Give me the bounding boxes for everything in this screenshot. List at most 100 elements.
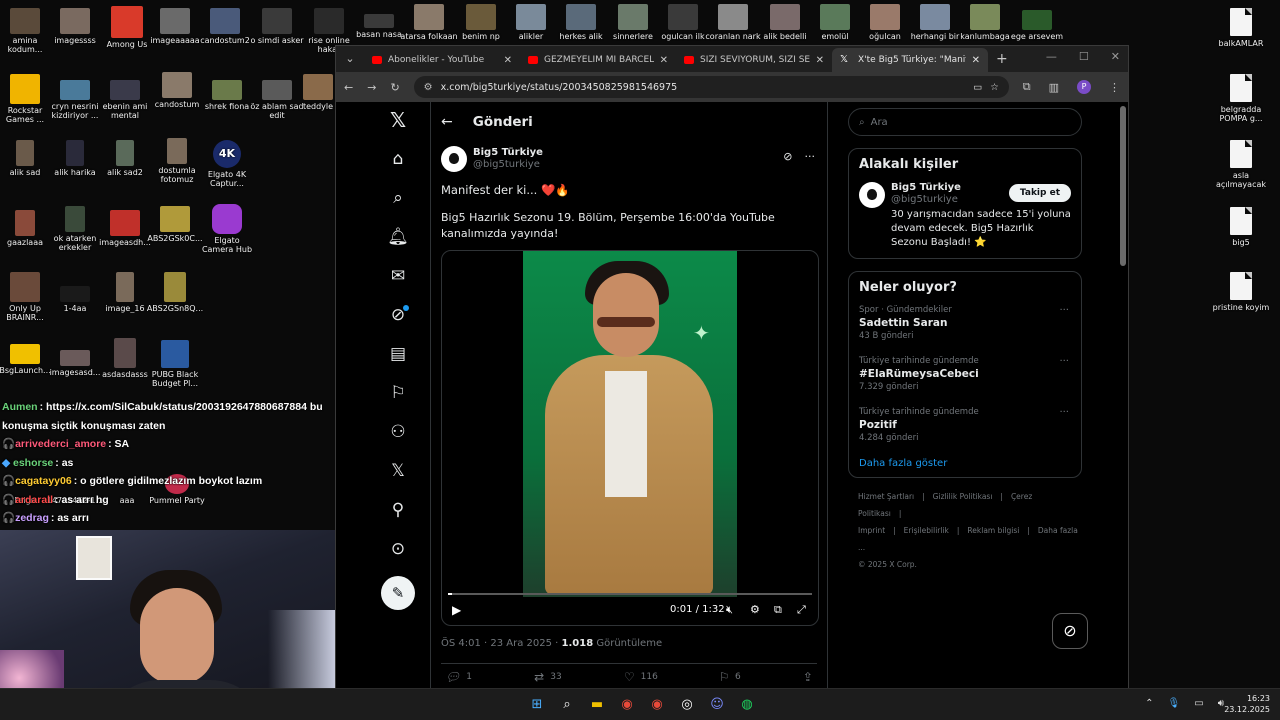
close-tab-icon[interactable]: ✕ xyxy=(660,55,668,66)
forward-icon[interactable]: → xyxy=(367,81,376,94)
trend-more-icon[interactable]: ··· xyxy=(1059,407,1069,418)
search-box[interactable]: ⌕ Ara xyxy=(848,108,1082,136)
desktop-icon[interactable]: ABS2GSk0C... xyxy=(146,206,204,243)
grok-explain-icon[interactable]: ⊘ xyxy=(783,150,792,163)
more-icon[interactable]: ⊙ xyxy=(386,537,410,561)
bookmarks-icon[interactable]: ⚐ xyxy=(386,381,410,405)
compose-post-button[interactable]: ✎ xyxy=(381,576,415,610)
trend-more-icon[interactable]: ··· xyxy=(1059,356,1069,367)
desktop-icon[interactable]: belgradda POMPA g... xyxy=(1212,74,1270,123)
profile-avatar[interactable]: P xyxy=(1077,80,1091,94)
close-tab-icon[interactable]: ✕ xyxy=(504,55,512,66)
premium-x-icon[interactable]: 𝕏 xyxy=(386,459,410,483)
desktop-icon[interactable]: PUBG Black Budget Pl... xyxy=(146,340,204,388)
related-person[interactable]: Big5 Türkiye @big5turkiye 30 yarışmacıda… xyxy=(859,182,1071,250)
video-progress-bar[interactable] xyxy=(448,593,812,595)
scrollbar[interactable] xyxy=(1120,106,1126,266)
grok-icon[interactable]: ⊘ xyxy=(386,303,410,327)
desktop-icon[interactable]: ABS2GSn8Q... xyxy=(146,272,204,313)
grok-chat-button[interactable]: ⊘ xyxy=(1052,613,1088,649)
browser-tab[interactable]: SİZİ SEVİYORUM, SİZİ SEVİYOR✕ xyxy=(676,48,832,72)
more-options-icon[interactable]: ··· xyxy=(805,150,816,163)
show-more-link[interactable]: Daha fazla göster xyxy=(859,458,1071,469)
video-player[interactable]: ✦ ▶ 0:01 / 1:32 🔇︎ ⚙ ⧉ ⤢ xyxy=(441,250,819,626)
volume-icon[interactable]: 🔊︎ xyxy=(1218,698,1224,709)
close-tab-icon[interactable]: ✕ xyxy=(816,55,824,66)
x-logo-icon[interactable]: 𝕏 xyxy=(386,108,410,132)
profile-icon[interactable]: ⚲ xyxy=(386,498,410,522)
browser-tab-active[interactable]: 𝕏X'te Big5 Türkiye: "Manifest de✕ xyxy=(832,48,988,72)
post-timestamp[interactable]: ÖS 4:01 · 23 Ara 2025 · xyxy=(441,638,562,649)
obs-icon[interactable]: ◎ xyxy=(676,694,698,716)
like-button[interactable]: ♡ 116 xyxy=(624,670,658,684)
spotify-icon[interactable]: ◍ xyxy=(736,694,758,716)
share-button[interactable]: ⇪ xyxy=(803,670,813,684)
accessibility-link[interactable]: Erişilebilirlik xyxy=(904,526,949,535)
communities-icon[interactable]: ⚇ xyxy=(386,420,410,444)
desktop-icon[interactable]: imagessss xyxy=(46,8,104,45)
search-icon[interactable]: ⌕ xyxy=(386,186,410,210)
tray-overflow-icon[interactable]: ⌃ xyxy=(1145,698,1153,709)
tab-search-icon[interactable]: ⌄ xyxy=(340,49,360,69)
lists-icon[interactable]: ▤ xyxy=(386,342,410,366)
desktop-icon[interactable]: coranlan nark xyxy=(704,4,762,44)
desktop-icon[interactable]: alik sad2 xyxy=(96,140,154,177)
desktop-icon[interactable]: asla açılmayacak xyxy=(1212,140,1270,189)
back-arrow-icon[interactable]: ← xyxy=(441,114,453,130)
ads-info-link[interactable]: Reklam bilgisi xyxy=(967,526,1019,535)
desktop-icon[interactable]: candostum2 xyxy=(196,8,254,45)
desktop-icon[interactable]: pristine koyim xyxy=(1212,272,1270,312)
desktop-icon[interactable]: balkAMLAR xyxy=(1212,8,1270,48)
mute-icon[interactable]: 🔇︎ xyxy=(726,603,733,617)
system-clock[interactable]: 16:23 23.12.2025 xyxy=(1224,693,1270,715)
imprint-link[interactable]: Imprint xyxy=(858,526,885,535)
desktop-icon[interactable]: teddyle xyxy=(298,74,338,111)
desktop-icon[interactable]: big5 xyxy=(1212,207,1270,247)
microphone-icon[interactable]: 🎙︎ xyxy=(1168,698,1181,709)
network-icon[interactable]: ▭ xyxy=(1194,698,1203,709)
menu-icon[interactable]: ⋮ xyxy=(1109,81,1120,94)
repost-button[interactable]: ⇄ 33 xyxy=(534,670,562,684)
address-bar[interactable]: ⚙ x.com/big5turkiye/status/2003450825981… xyxy=(413,76,1009,98)
fullscreen-icon[interactable]: ⤢ xyxy=(797,603,806,617)
privacy-link[interactable]: Gizlilik Politikası xyxy=(933,492,993,501)
minimize-icon[interactable]: — xyxy=(1046,50,1057,63)
trend-item[interactable]: Türkiye tarihinde gündemde #ElaRümeysaCe… xyxy=(859,356,1071,393)
terms-link[interactable]: Hizmet Şartları xyxy=(858,492,914,501)
picture-in-picture-icon[interactable]: ⧉ xyxy=(774,603,782,617)
maximize-icon[interactable]: ☐ xyxy=(1079,50,1089,63)
big5-avatar[interactable] xyxy=(441,146,467,172)
search-icon[interactable]: ⌕ xyxy=(556,694,578,716)
home-icon[interactable]: ⌂ xyxy=(386,147,410,171)
big5-avatar[interactable] xyxy=(859,182,885,208)
desktop-icon[interactable]: Elgato Camera Hub xyxy=(198,204,256,254)
chrome-icon[interactable]: ◉ xyxy=(616,694,638,716)
site-info-icon[interactable]: ⚙ xyxy=(424,82,433,93)
desktop-icon[interactable]: 4K Elgato 4K Captur... xyxy=(198,140,256,188)
author-handle[interactable]: @big5turkiye xyxy=(473,159,543,171)
trend-item[interactable]: Spor · Gündemdekiler Sadettin Saran 43 B… xyxy=(859,305,1071,342)
trend-item[interactable]: Türkiye tarihinde gündemde Pozitif 4.284… xyxy=(859,407,1071,444)
bookmark-button[interactable]: ⚐ 6 xyxy=(720,670,741,684)
file-explorer-icon[interactable]: ▬ xyxy=(586,694,608,716)
desktop-icon[interactable]: herkes alik xyxy=(552,4,610,44)
discord-icon[interactable]: ☺ xyxy=(706,694,728,716)
close-window-icon[interactable]: ✕ xyxy=(1111,50,1120,63)
desktop-icon[interactable]: ebenin ami mental xyxy=(96,80,154,120)
desktop-icon[interactable]: ege arsevem xyxy=(1008,10,1066,44)
settings-gear-icon[interactable]: ⚙ xyxy=(750,603,760,616)
close-tab-icon[interactable]: ✕ xyxy=(972,55,980,66)
desktop-icon[interactable]: kanlumbaga xyxy=(956,4,1014,44)
browser-tab[interactable]: Abonelikler - YouTube ✕ xyxy=(364,48,520,72)
notifications-bell-icon[interactable]: 🔔︎ xyxy=(386,225,410,249)
new-tab-icon[interactable]: + xyxy=(996,51,1008,67)
reload-icon[interactable]: ↻ xyxy=(390,81,399,94)
follow-button[interactable]: Takip et xyxy=(1008,184,1071,202)
desktop-icon[interactable]: o simdi asker xyxy=(248,8,306,45)
sidebar-icon[interactable]: ▥ xyxy=(1049,81,1059,94)
back-icon[interactable]: ← xyxy=(344,81,353,94)
author-name[interactable]: Big5 Türkiye xyxy=(473,147,543,159)
extensions-icon[interactable]: ⧉ xyxy=(1023,80,1031,94)
bookmark-star-icon[interactable]: ☆ xyxy=(990,82,999,93)
messages-envelope-icon[interactable]: ✉ xyxy=(386,264,410,288)
